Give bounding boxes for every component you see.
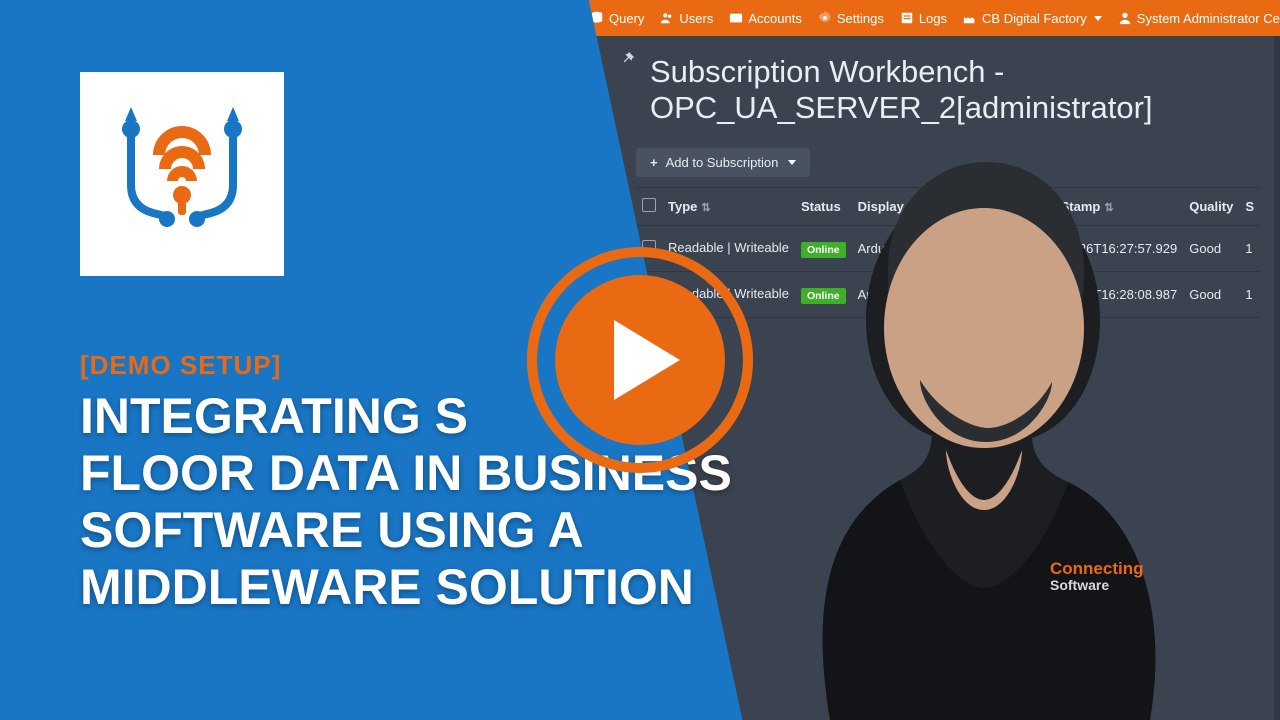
iot-robot-icon [107,99,257,249]
nav-label: Settings [837,11,884,26]
nav-system-admin-center[interactable]: System Administrator Center [1118,11,1280,26]
col-extra[interactable]: S [1239,188,1260,226]
play-icon [555,275,725,445]
col-timestamp[interactable]: Time Stamp⇅ [1021,188,1183,226]
nav-label: System Administrator Center [1137,11,1280,26]
plus-icon: + [650,155,658,170]
nav-label: CB Digital Factory [982,11,1087,26]
shirt-logo: Connecting Software [1050,560,1144,593]
nav-label: Users [679,11,713,26]
col-status[interactable]: Status [795,188,852,226]
col-quality[interactable]: Quality [1183,188,1239,226]
col-display[interactable]: Display⇅ [852,188,953,226]
add-to-subscription-button[interactable]: + Add to Subscription [636,148,810,177]
nav-logs[interactable]: Logs [900,11,947,26]
cell-timestamp: 2021-03-26T16:28:08.987 [1021,272,1183,318]
id-card-icon [729,11,743,25]
cell-quality: Good [1183,226,1239,272]
factory-icon [963,11,977,25]
nav-settings[interactable]: Settings [818,11,884,26]
nav-cb-digital-factory[interactable]: CB Digital Factory [963,11,1102,26]
select-all-checkbox[interactable] [642,198,656,212]
play-button[interactable] [525,245,755,475]
logs-icon [900,11,914,25]
nav-query[interactable]: Query [590,11,644,26]
col-type[interactable]: Type⇅ [662,188,795,226]
chevron-down-icon [788,160,796,165]
cell-quality: Good [1183,272,1239,318]
table-header-row: Type⇅ Status Display⇅ Time Stamp⇅ Qualit… [636,188,1260,226]
nav-users[interactable]: Users [660,11,713,26]
page-title: Subscription Workbench - OPC_UA_SERVER_2… [580,36,1280,148]
nav-label: Query [609,11,644,26]
nav-accounts[interactable]: Accounts [729,11,801,26]
user-icon [1118,11,1132,25]
cell-display: Ardu… ratur… [852,226,953,272]
top-navbar: Query Users Accounts Settings [580,0,1280,36]
users-icon [660,11,674,25]
cell-display: Ardu… iomet… [852,272,953,318]
gear-icon [818,11,832,25]
button-label: Add to Subscription [666,155,779,170]
status-badge: Online [801,288,846,304]
chevron-down-icon [1094,16,1102,21]
nav-label: Logs [919,11,947,26]
nav-label: Accounts [748,11,801,26]
cell-extra: 1 [1239,226,1260,272]
overlay-tag: [DEMO SETUP] [80,350,281,381]
pin-icon[interactable] [618,48,638,68]
scrollbar[interactable] [1274,36,1280,720]
status-badge: Online [801,242,846,258]
cell-extra: 1 [1239,272,1260,318]
logo-card [80,72,284,276]
cell-timestamp: 2021-03-26T16:27:57.929 [1021,226,1183,272]
toolbar: + Add to Subscription [580,148,1280,177]
video-thumbnail: Query Users Accounts Settings [0,0,1280,720]
